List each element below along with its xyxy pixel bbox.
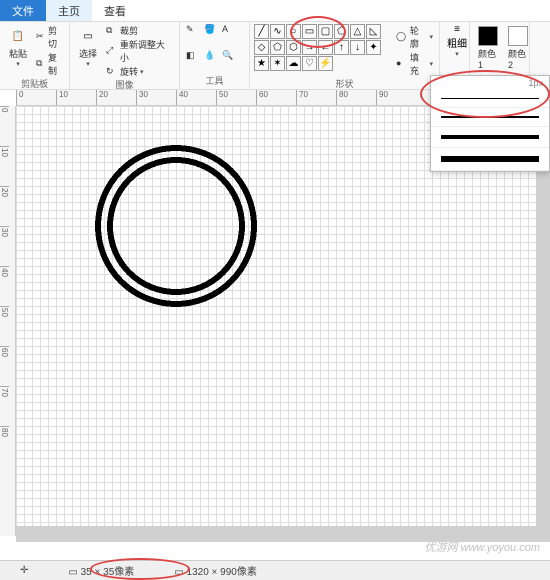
shape-arrow-r[interactable]: → xyxy=(302,40,317,55)
outline-icon: ◯ xyxy=(396,31,408,43)
tab-view[interactable]: 查看 xyxy=(92,0,138,21)
thickness-opt-3[interactable] xyxy=(431,127,549,148)
text-tool[interactable]: A xyxy=(220,24,236,36)
color1-swatch xyxy=(478,26,498,46)
group-image: ▭ 选择 ▾ ⧉裁剪 ⤢重新调整大小 ↻旋转▾ 图像 xyxy=(70,22,180,89)
group-label-tools: 工具 xyxy=(184,74,245,87)
shape-diamond[interactable]: ◇ xyxy=(254,40,269,55)
shape-roundrect[interactable]: ▢ xyxy=(318,24,333,39)
cut-button[interactable]: ✂剪切 xyxy=(34,24,65,50)
shape-oval[interactable]: ○ xyxy=(286,24,301,39)
thickness-button[interactable]: ≡ 粗细 ▾ xyxy=(444,24,470,58)
pencil-icon: ✎ xyxy=(186,24,198,36)
scissors-icon: ✂ xyxy=(36,31,46,43)
group-shapes: ╱ ∿ ○ ▭ ▢ ⬠ △ ◺ ◇ ⬠ ⬡ → ← ↑ ↓ ✦ ★ ✶ ☁ ♡ xyxy=(250,22,440,89)
clipboard-icon: 📋 xyxy=(8,26,28,46)
shape-bolt[interactable]: ⚡ xyxy=(318,56,333,71)
thickness-dropdown: 1px xyxy=(430,75,550,172)
shape-arrow-d[interactable]: ↓ xyxy=(350,40,365,55)
eraser-icon: ◧ xyxy=(186,50,198,62)
tab-bar: 文件 主页 查看 xyxy=(0,0,550,22)
fill-button[interactable]: ●填充▾ xyxy=(394,51,435,77)
thickness-1px-label: 1px xyxy=(431,76,549,90)
rotate-icon: ↻ xyxy=(106,66,118,78)
eraser-tool[interactable]: ◧ xyxy=(184,50,200,62)
chevron-down-icon: ▾ xyxy=(140,68,144,76)
copy-button[interactable]: ⧉复制 xyxy=(34,51,65,77)
copy-icon: ⧉ xyxy=(36,58,46,70)
thickness-opt-4[interactable] xyxy=(431,148,549,171)
picker-tool[interactable]: 💧 xyxy=(202,50,218,62)
paste-button[interactable]: 📋 粘贴 ▾ xyxy=(4,24,32,70)
tab-home[interactable]: 主页 xyxy=(46,0,92,21)
resize-button[interactable]: ⤢重新调整大小 xyxy=(104,38,175,64)
chevron-down-icon: ▾ xyxy=(86,60,90,68)
text-icon: A xyxy=(222,24,234,36)
shape-line[interactable]: ╱ xyxy=(254,24,269,39)
shape-star4[interactable]: ✦ xyxy=(366,40,381,55)
group-clipboard: 📋 粘贴 ▾ ✂剪切 ⧉复制 剪贴板 xyxy=(0,22,70,89)
crop-icon: ⧉ xyxy=(106,25,118,37)
shapes-gallery[interactable]: ╱ ∿ ○ ▭ ▢ ⬠ △ ◺ ◇ ⬠ ⬡ → ← ↑ ↓ ✦ ★ ✶ ☁ ♡ xyxy=(254,24,392,71)
ruler-vertical: 01020304050607080 xyxy=(0,106,16,536)
shape-curve[interactable]: ∿ xyxy=(270,24,285,39)
shape-heart[interactable]: ♡ xyxy=(302,56,317,71)
chevron-down-icon: ▾ xyxy=(429,60,433,68)
shape-callout[interactable]: ☁ xyxy=(286,56,301,71)
pencil-tool[interactable]: ✎ xyxy=(184,24,200,36)
shape-rtriangle[interactable]: ◺ xyxy=(366,24,381,39)
chevron-down-icon: ▾ xyxy=(429,33,433,41)
fill-icon: ● xyxy=(396,58,408,70)
select-icon: ▭ xyxy=(78,26,98,46)
shape-arrow-u[interactable]: ↑ xyxy=(334,40,349,55)
outline-button[interactable]: ◯轮廓▾ xyxy=(394,24,435,50)
shape-polygon[interactable]: ⬠ xyxy=(334,24,349,39)
resize-icon: ⤢ xyxy=(106,45,118,57)
thickness-icon: ≡ xyxy=(454,24,460,35)
status-selection: ▭ 35 × 35像素 xyxy=(68,563,134,578)
select-button[interactable]: ▭ 选择 ▾ xyxy=(74,24,102,70)
shape-rect[interactable]: ▭ xyxy=(302,24,317,39)
shape-arrow-l[interactable]: ← xyxy=(318,40,333,55)
chevron-down-icon: ▾ xyxy=(16,60,20,68)
dropper-icon: 💧 xyxy=(204,50,216,62)
thickness-opt-2[interactable] xyxy=(431,108,549,127)
shape-star6[interactable]: ✶ xyxy=(270,56,285,71)
group-tools: ✎ 🪣 A ◧ 💧 🔍 工具 xyxy=(180,22,250,89)
rotate-button[interactable]: ↻旋转▾ xyxy=(104,65,175,78)
thickness-opt-1[interactable] xyxy=(431,90,549,108)
shape-triangle[interactable]: △ xyxy=(350,24,365,39)
zoom-tool[interactable]: 🔍 xyxy=(220,50,236,62)
chevron-down-icon: ▾ xyxy=(455,50,459,58)
color2-button[interactable]: 颜色 2 xyxy=(504,24,532,72)
crop-button[interactable]: ⧉裁剪 xyxy=(104,24,175,37)
fill-tool[interactable]: 🪣 xyxy=(202,24,218,36)
group-label-clipboard: 剪贴板 xyxy=(4,77,65,90)
tab-file[interactable]: 文件 xyxy=(0,0,46,21)
color2-swatch xyxy=(508,26,528,46)
drawn-circles xyxy=(86,136,266,316)
magnifier-icon: 🔍 xyxy=(222,50,234,62)
shape-pentagon[interactable]: ⬠ xyxy=(270,40,285,55)
watermark: 优游网 www.yoyou.com xyxy=(424,539,540,555)
shape-star5[interactable]: ★ xyxy=(254,56,269,71)
shape-hexagon[interactable]: ⬡ xyxy=(286,40,301,55)
group-label-shapes: 形状 xyxy=(254,77,435,90)
status-cursor: ✛ xyxy=(20,565,28,576)
bucket-icon: 🪣 xyxy=(204,24,216,36)
color1-button[interactable]: 颜色 1 xyxy=(474,24,502,72)
status-bar: ✛ ▭ 35 × 35像素 ▭ 1320 × 990像素 xyxy=(0,560,550,580)
status-canvas-size: ▭ 1320 × 990像素 xyxy=(174,563,257,578)
